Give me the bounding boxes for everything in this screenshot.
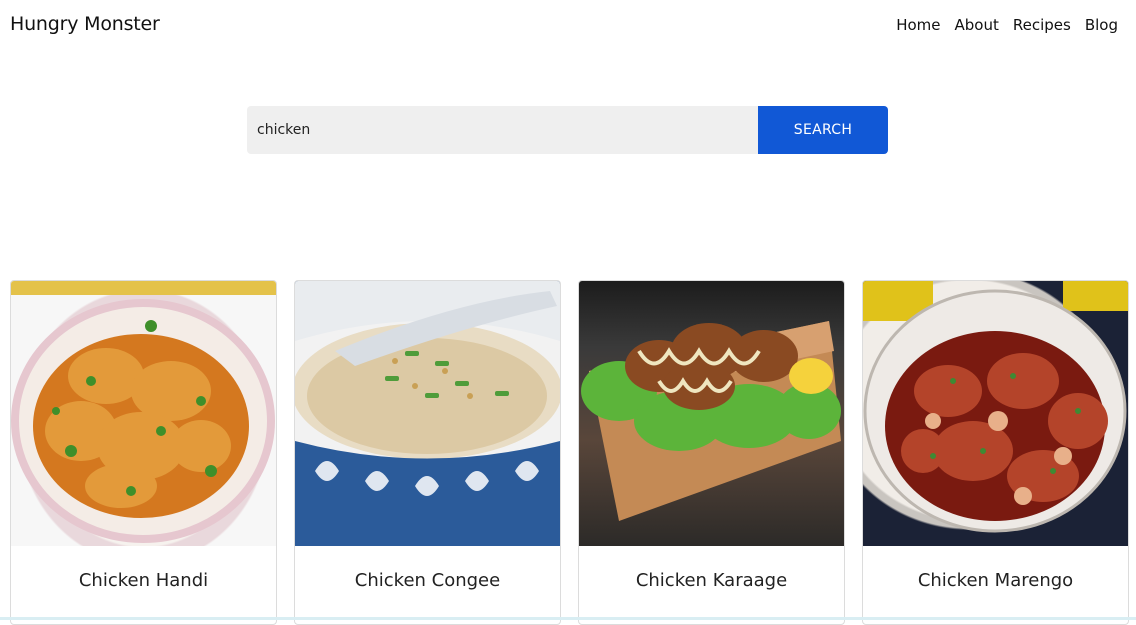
nav-link-blog[interactable]: Blog [1085,16,1118,34]
recipe-card[interactable]: Chicken Karaage [578,280,845,625]
recipe-card[interactable]: Chicken Handi [10,280,277,625]
recipe-image [295,281,560,546]
recipe-title: Chicken Handi [78,570,209,591]
recipe-title: Chicken Karaage [635,570,788,591]
search-button[interactable]: SEARCH [758,106,888,154]
nav-link-home[interactable]: Home [896,16,940,34]
nav-link-about[interactable]: About [955,16,999,34]
recipe-results: Chicken Handi Chicken Congee Chicken Kar… [10,280,1129,625]
brand-logo[interactable]: Hungry Monster [10,13,160,35]
recipe-card[interactable]: Chicken Marengo [862,280,1129,625]
recipe-title: Chicken Congee [354,570,501,591]
search-input[interactable] [247,106,758,154]
nav-link-recipes[interactable]: Recipes [1013,16,1071,34]
recipe-title: Chicken Marengo [917,570,1074,591]
recipe-image [11,281,276,546]
recipe-card[interactable]: Chicken Congee [294,280,561,625]
top-navbar: Hungry Monster Home About Recipes Blog [0,0,1136,52]
recipe-image [579,281,844,546]
nav-links: Home About Recipes Blog [882,16,1118,34]
search-bar: SEARCH [247,106,888,154]
recipe-image [863,281,1128,546]
